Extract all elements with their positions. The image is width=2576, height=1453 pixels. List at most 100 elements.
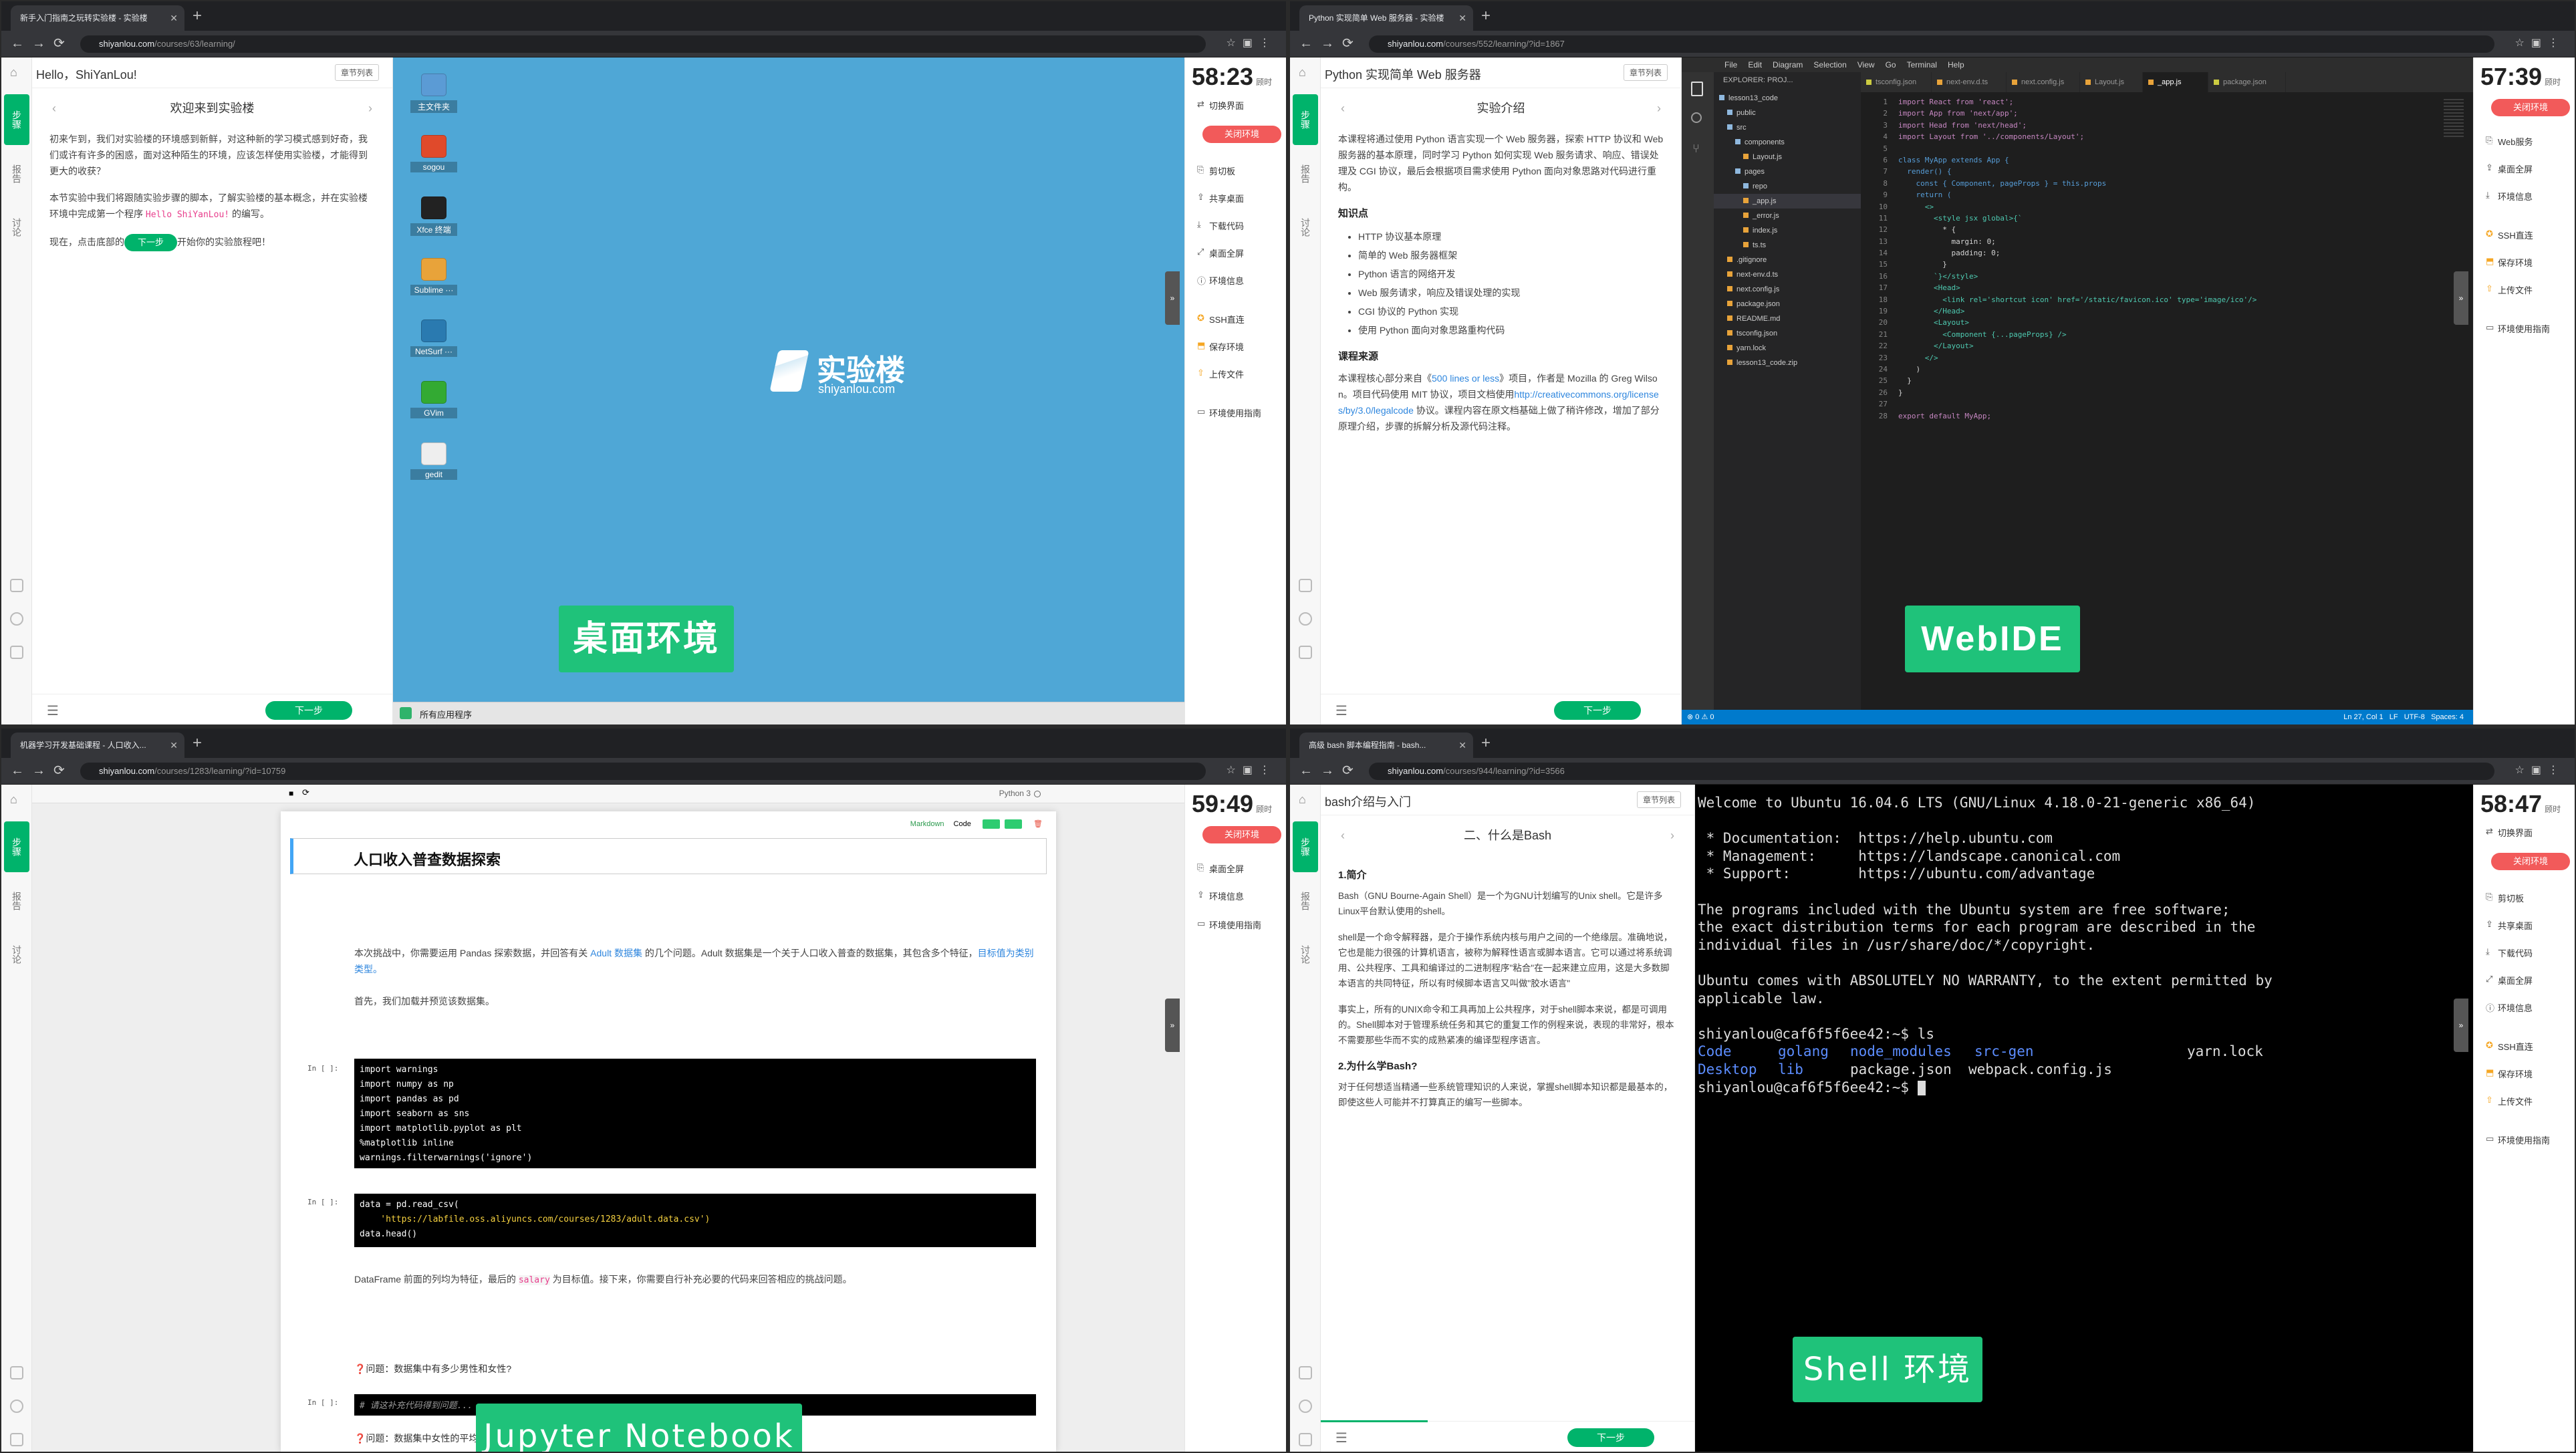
rp-item[interactable]: ⎘ Web服务 xyxy=(2474,135,2575,148)
file-tree-item[interactable]: ts.ts xyxy=(1714,238,1861,253)
chapter-list-button[interactable]: 章节列表 xyxy=(1623,64,1668,81)
file-tree-item[interactable]: _error.js xyxy=(1714,209,1861,223)
nav-steps[interactable]: 步骤 xyxy=(1293,94,1318,145)
file-tree-item[interactable]: next-env.d.ts xyxy=(1714,267,1861,282)
browser-actions-icon[interactable]: ☆▣⋮ xyxy=(2515,763,2565,777)
rp-item[interactable]: ⤢ 桌面全屏 xyxy=(2474,974,2575,986)
nav-discuss[interactable]: 讨论 xyxy=(1,218,32,237)
add-cell-below-button[interactable] xyxy=(1004,819,1022,829)
chat-icon[interactable] xyxy=(1299,1400,1312,1413)
info-icon[interactable] xyxy=(1299,1433,1312,1446)
browser-actions-icon[interactable]: ☆▣⋮ xyxy=(1227,36,1277,49)
rp-item[interactable]: ⇪ 桌面全屏 xyxy=(2474,162,2575,175)
rp-item[interactable]: ⎘ 桌面全屏 xyxy=(1185,862,1286,875)
file-tree-item[interactable]: index.js xyxy=(1714,223,1861,238)
inline-next-button[interactable]: 下一步 xyxy=(124,234,178,251)
file-tree-item[interactable]: pages xyxy=(1714,164,1861,179)
menu-item[interactable]: Edit xyxy=(1748,60,1762,70)
nav-buttons[interactable]: ←→⟳ xyxy=(1299,35,1362,51)
delete-cell-icon[interactable]: 🗑 xyxy=(1033,820,1043,828)
source-control-icon[interactable]: ⑂ xyxy=(1692,142,1700,156)
desktop-icon[interactable]: GVim xyxy=(410,381,457,418)
browser-actions-icon[interactable]: ☆▣⋮ xyxy=(1227,763,1277,777)
chat-icon[interactable] xyxy=(10,1400,23,1413)
rp-item[interactable]: ⇧ 上传文件 xyxy=(2474,283,2575,296)
desktop-icon[interactable]: NetSurf ··· xyxy=(410,319,457,357)
nav-steps[interactable]: 步骤 xyxy=(4,94,29,145)
info-icon[interactable] xyxy=(10,646,23,659)
editor-tab[interactable]: tsconfig.json xyxy=(1861,72,1932,92)
list-icon[interactable]: ☰ xyxy=(47,702,59,719)
menu-item[interactable]: File xyxy=(1724,60,1737,70)
next-button[interactable]: 下一步 xyxy=(1567,1428,1654,1447)
editor-tab[interactable]: next.config.js xyxy=(2007,72,2080,92)
home-icon[interactable]: ⌂ xyxy=(1299,793,1312,806)
chapter-list-button[interactable]: 章节列表 xyxy=(1636,791,1681,808)
prev-step-icon[interactable]: ‹ xyxy=(1341,95,1345,122)
switch-view-button[interactable]: ⇄ 切换界面 xyxy=(1185,99,1286,112)
file-tree-item[interactable]: _app.js xyxy=(1714,194,1861,209)
nav-steps[interactable]: 步骤 xyxy=(4,821,29,872)
rp-item[interactable]: ⇧ 上传文件 xyxy=(2474,1095,2575,1107)
guide-link[interactable]: ▭ 环境使用指南 xyxy=(1185,406,1286,419)
close-env-button[interactable]: 关闭环境 xyxy=(1202,126,1281,143)
nav-buttons[interactable]: ←→⟳ xyxy=(11,762,73,779)
home-icon[interactable]: ⌂ xyxy=(10,793,23,806)
new-tab-icon[interactable]: + xyxy=(1481,5,1491,27)
next-button[interactable]: 下一步 xyxy=(1554,701,1641,720)
close-tab-icon[interactable]: ✕ xyxy=(1458,733,1466,758)
file-tree-item[interactable]: Layout.js xyxy=(1714,150,1861,164)
rp-item[interactable]: ⬒ 保存环境 xyxy=(2474,256,2575,269)
file-tree-item[interactable]: next.config.js xyxy=(1714,282,1861,297)
collapse-toggle[interactable]: » xyxy=(1165,271,1180,325)
terminal[interactable]: Welcome to Ubuntu 16.04.6 LTS (GNU/Linux… xyxy=(1695,785,2473,1452)
url-input[interactable]: shiyanlou.com/courses/552/learning/?id=1… xyxy=(1369,35,2494,53)
rp-item[interactable]: ⓘ 环境信息 xyxy=(1185,274,1286,287)
desktop-icon[interactable]: 主文件夹 xyxy=(410,74,457,113)
url-input[interactable]: shiyanlou.com/courses/1283/learning/?id=… xyxy=(80,763,1206,780)
browser-actions-icon[interactable]: ☆▣⋮ xyxy=(2515,36,2565,49)
menu-item[interactable]: Diagram xyxy=(1773,60,1803,70)
chat-icon[interactable] xyxy=(1299,612,1312,626)
editor-tab[interactable]: Layout.js xyxy=(2080,72,2143,92)
browser-tab[interactable]: 新手入门指南之玩转实验楼 - 实验楼 ✕ xyxy=(11,5,184,31)
nav-buttons[interactable]: ←→⟳ xyxy=(1299,762,1362,779)
editor-tab[interactable]: package.json xyxy=(2208,72,2286,92)
file-tree-item[interactable]: src xyxy=(1714,120,1861,135)
prev-step-icon[interactable]: ‹ xyxy=(52,95,56,122)
rp-item[interactable]: ⎘ 剪切板 xyxy=(2474,892,2575,904)
code-cell-2[interactable]: data = pd.read_csv( 'https://labfile.oss… xyxy=(354,1194,1036,1247)
new-tab-icon[interactable]: + xyxy=(1481,733,1491,754)
chapter-list-button[interactable]: 章节列表 xyxy=(334,64,379,81)
file-tree-item[interactable]: lesson13_code xyxy=(1714,91,1861,106)
browser-tab[interactable]: 机器学习开发基础课程 - 人口收入... ✕ xyxy=(11,733,184,758)
files-icon[interactable] xyxy=(1691,82,1703,96)
note-icon[interactable] xyxy=(1299,579,1312,592)
desktop-icon[interactable]: gedit xyxy=(410,442,457,480)
desktop-icon[interactable]: Xfce 终端 xyxy=(410,196,457,236)
note-icon[interactable] xyxy=(10,579,23,592)
file-tree-item[interactable]: README.md xyxy=(1714,311,1861,326)
nav-report[interactable]: 报告 xyxy=(1,892,32,910)
taskbar-label[interactable]: 所有应用程序 xyxy=(420,708,472,720)
rp-item[interactable]: ⇪ 共享桌面 xyxy=(2474,919,2575,932)
browser-tab[interactable]: Python 实现简单 Web 服务器 - 实验楼 ✕ xyxy=(1299,5,1473,31)
rp-item[interactable]: ⬒ 保存环境 xyxy=(1185,340,1286,353)
rp-item[interactable]: ⤓ 环境信息 xyxy=(2474,190,2575,203)
next-button[interactable]: 下一步 xyxy=(265,701,352,720)
next-step-icon[interactable]: › xyxy=(368,95,372,122)
url-input[interactable]: shiyanlou.com/courses/63/learning/ xyxy=(80,35,1206,53)
url-input[interactable]: shiyanlou.com/courses/944/learning/?id=3… xyxy=(1369,763,2494,780)
collapse-toggle[interactable]: » xyxy=(2454,999,2468,1052)
nav-discuss[interactable]: 讨论 xyxy=(1290,218,1321,237)
info-icon[interactable] xyxy=(10,1433,23,1446)
rp-item[interactable]: ⤢ 桌面全屏 xyxy=(1185,247,1286,259)
menu-item[interactable]: Selection xyxy=(1813,60,1846,70)
close-env-button[interactable]: 关闭环境 xyxy=(2491,853,2570,870)
file-tree-item[interactable]: lesson13_code.zip xyxy=(1714,356,1861,370)
desktop-icon[interactable]: Sublime ··· xyxy=(410,258,457,295)
nav-buttons[interactable]: ←→⟳ xyxy=(11,35,73,51)
title-cell[interactable]: 人口收入普查数据探索 xyxy=(290,838,1047,874)
rp-item[interactable]: ⤓ 下载代码 xyxy=(2474,946,2575,959)
nav-steps[interactable]: 步骤 xyxy=(1293,821,1318,872)
